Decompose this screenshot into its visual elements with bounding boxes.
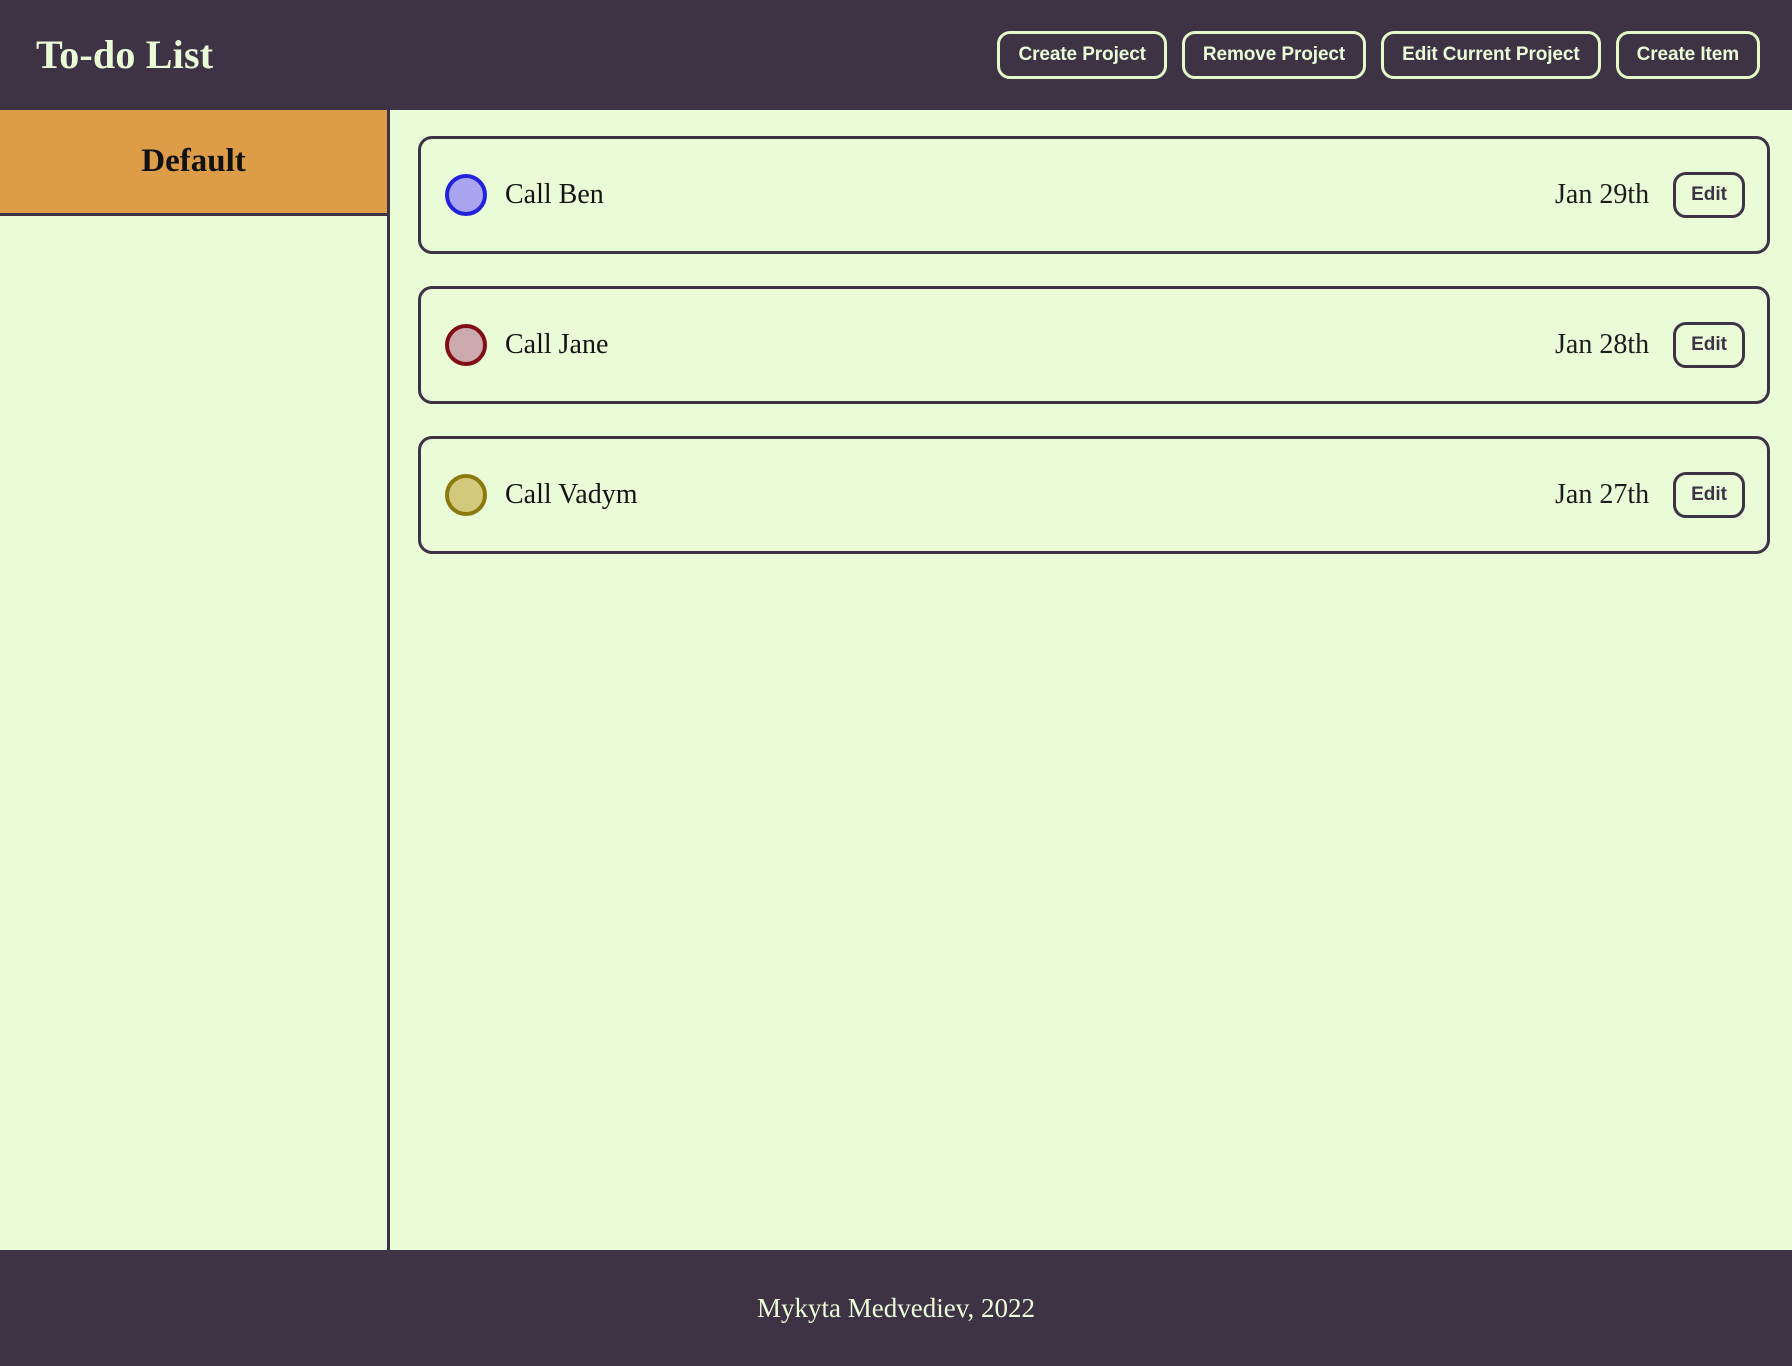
list-item[interactable]: Call Jane Jan 28th Edit (418, 286, 1770, 404)
remove-project-button[interactable]: Remove Project (1181, 31, 1367, 79)
edit-item-button[interactable]: Edit (1673, 172, 1745, 218)
todo-list: Call Ben Jan 29th Edit Call Jane Jan 28t… (390, 110, 1792, 1250)
list-item-title: Call Vadym (505, 481, 638, 509)
status-circle-icon[interactable] (445, 474, 487, 516)
edit-item-button[interactable]: Edit (1673, 472, 1745, 518)
page-title: To-do List (36, 32, 214, 77)
list-item-date: Jan 27th (1555, 479, 1650, 510)
list-item-title: Call Ben (505, 181, 604, 209)
list-item-title: Call Jane (505, 331, 609, 359)
project-sidebar: Default (0, 110, 390, 1250)
header-actions: Create Project Remove Project Edit Curre… (997, 31, 1760, 79)
list-item[interactable]: Call Vadym Jan 27th Edit (418, 436, 1770, 554)
app-body: Default Call Ben Jan 29th Edit Call Jane… (0, 110, 1792, 1250)
app-header: To-do List Create Project Remove Project… (0, 0, 1792, 110)
app-root: To-do List Create Project Remove Project… (0, 0, 1792, 1366)
list-item-date: Jan 29th (1555, 179, 1650, 210)
list-item[interactable]: Call Ben Jan 29th Edit (418, 136, 1770, 254)
create-project-button[interactable]: Create Project (997, 31, 1167, 79)
list-item-date: Jan 28th (1555, 329, 1650, 360)
edit-current-project-button[interactable]: Edit Current Project (1381, 31, 1601, 79)
footer-credit: Mykyta Medvediev, 2022 (757, 1292, 1035, 1323)
edit-item-button[interactable]: Edit (1673, 322, 1745, 368)
sidebar-item-default[interactable]: Default (0, 110, 387, 216)
status-circle-icon[interactable] (445, 174, 487, 216)
create-item-button[interactable]: Create Item (1615, 31, 1760, 79)
sidebar-item-label: Default (141, 143, 246, 179)
status-circle-icon[interactable] (445, 324, 487, 366)
app-footer: Mykyta Medvediev, 2022 (0, 1250, 1792, 1366)
